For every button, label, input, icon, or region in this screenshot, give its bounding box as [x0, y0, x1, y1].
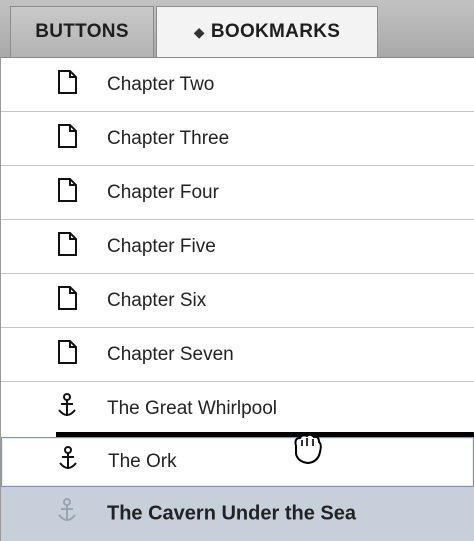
grab-hand-icon: [288, 432, 328, 471]
bookmark-row[interactable]: Chapter Five: [1, 220, 474, 274]
page-icon: [56, 69, 78, 100]
bookmark-label: Chapter Six: [107, 289, 207, 311]
bookmark-label: Chapter Two: [107, 73, 215, 95]
tab-bookmarks-label: BOOKMARKS: [210, 21, 341, 42]
anchor-icon: [57, 446, 79, 478]
page-icon: [56, 177, 78, 208]
page-icon: [56, 285, 78, 316]
bookmark-label: The Cavern Under the Sea: [107, 502, 356, 525]
bookmark-label: Chapter Seven: [107, 343, 234, 365]
page-icon: [56, 339, 78, 370]
bookmarks-panel: BUTTONS ◆ BOOKMARKS Chapter Two Chapter …: [0, 0, 474, 541]
sort-arrows-icon: ◆: [193, 23, 205, 40]
bookmark-label: Chapter Five: [107, 235, 216, 257]
tab-bookmarks[interactable]: ◆ BOOKMARKS: [156, 6, 378, 57]
bookmark-row[interactable]: Chapter Four: [1, 166, 474, 220]
bookmark-row-drop-target[interactable]: The Ork: [1, 437, 474, 487]
bookmark-label: The Ork: [108, 451, 177, 472]
bookmark-row[interactable]: Chapter Six: [1, 274, 474, 328]
bookmark-row[interactable]: Chapter Two: [1, 58, 474, 112]
bookmark-row[interactable]: The Great Whirlpool: [1, 382, 474, 436]
bookmark-label: Chapter Four: [107, 181, 219, 203]
bookmark-label: Chapter Three: [107, 127, 230, 149]
tab-buttons-label: BUTTONS: [35, 21, 129, 42]
anchor-icon: [56, 498, 78, 530]
bookmark-row[interactable]: Chapter Seven: [1, 328, 474, 382]
bookmark-row[interactable]: Chapter Three: [1, 112, 474, 166]
bookmark-label: The Great Whirlpool: [107, 398, 278, 419]
page-icon: [56, 123, 78, 154]
tab-buttons[interactable]: BUTTONS: [10, 6, 154, 57]
panel-tab-bar: BUTTONS ◆ BOOKMARKS: [0, 0, 474, 58]
anchor-icon: [56, 393, 78, 425]
page-icon: [56, 231, 78, 262]
bookmark-row-selected[interactable]: The Cavern Under the Sea: [1, 487, 474, 541]
